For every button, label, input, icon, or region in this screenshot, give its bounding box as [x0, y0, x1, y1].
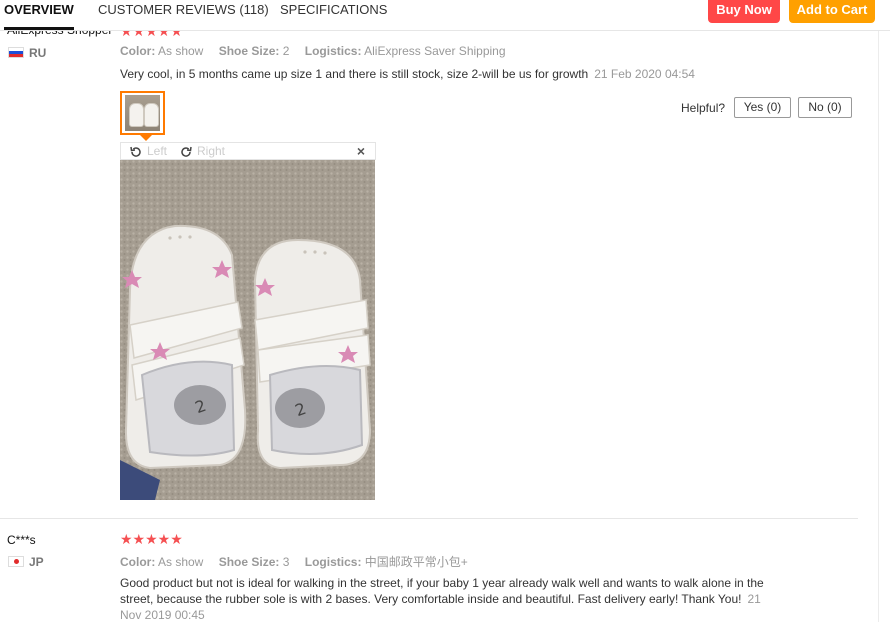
- review-body: Good product but not is ideal for walkin…: [120, 575, 780, 623]
- color-value: As show: [158, 44, 204, 58]
- review-text: Very cool, in 5 months came up size 1 an…: [120, 67, 589, 81]
- buy-now-button[interactable]: Buy Now: [708, 0, 780, 23]
- shoe-size-value: 3: [282, 555, 290, 569]
- color-key: Color:: [120, 44, 156, 58]
- tab-overview[interactable]: OVERVIEW: [4, 0, 74, 30]
- close-icon[interactable]: ×: [357, 143, 365, 160]
- image-viewer-toolbar: Left Right ×: [120, 142, 376, 160]
- rotate-left-button[interactable]: Left: [129, 143, 167, 161]
- review-text: Good product but not is ideal for walkin…: [120, 576, 764, 606]
- russia-flag-icon: [8, 47, 24, 58]
- review-photo: 2 2: [120, 160, 375, 500]
- rotate-right-label: Right: [197, 144, 226, 158]
- logistics-value: 中国邮政平常小包+: [364, 555, 468, 569]
- order-attributes: Color: As show Shoe Size: 2 Logistics: A…: [120, 44, 518, 58]
- thumbnail-image: [125, 95, 160, 131]
- buyer-country: JP: [29, 555, 44, 569]
- buyer-name: C***s: [7, 533, 36, 547]
- logistics-value: AliExpress Saver Shipping: [364, 44, 506, 58]
- thumbnail-caret-icon: [140, 135, 152, 141]
- shoe-size-key: Shoe Size:: [218, 555, 280, 569]
- star-rating: ★★★★★: [120, 531, 183, 547]
- tab-specifications[interactable]: SPECIFICATIONS: [280, 0, 387, 30]
- tab-customer-reviews[interactable]: CUSTOMER REVIEWS (118): [98, 0, 269, 30]
- helpful-no-button[interactable]: No (0): [798, 97, 852, 118]
- right-edge-divider: [878, 30, 879, 622]
- color-key: Color:: [120, 555, 156, 569]
- add-to-cart-button[interactable]: Add to Cart: [789, 0, 875, 23]
- rotate-right-button[interactable]: Right: [179, 143, 225, 161]
- helpful-yes-button[interactable]: Yes (0): [734, 97, 791, 118]
- rotate-left-icon: [130, 146, 141, 157]
- shoe-size-key: Shoe Size:: [218, 44, 280, 58]
- color-value: As show: [158, 555, 204, 569]
- review-divider: [0, 518, 858, 519]
- logistics-key: Logistics:: [304, 44, 362, 58]
- order-attributes: Color: As show Shoe Size: 3 Logistics: 中…: [120, 553, 480, 570]
- shoe-size-value: 2: [282, 44, 290, 58]
- buyer-country: RU: [29, 46, 47, 60]
- rotate-left-label: Left: [147, 144, 168, 158]
- japan-flag-icon: [8, 556, 24, 567]
- product-tab-bar: OVERVIEW CUSTOMER REVIEWS (118) SPECIFIC…: [0, 0, 890, 31]
- rotate-right-icon: [181, 146, 192, 157]
- review-body: Very cool, in 5 months came up size 1 an…: [120, 66, 760, 82]
- logistics-key: Logistics:: [304, 555, 362, 569]
- review-photo-thumbnail[interactable]: [120, 91, 165, 141]
- review-date: 21 Feb 2020 04:54: [594, 67, 695, 81]
- helpful-label: Helpful?: [681, 101, 726, 115]
- baby-shoes-photo: 2 2: [120, 160, 375, 500]
